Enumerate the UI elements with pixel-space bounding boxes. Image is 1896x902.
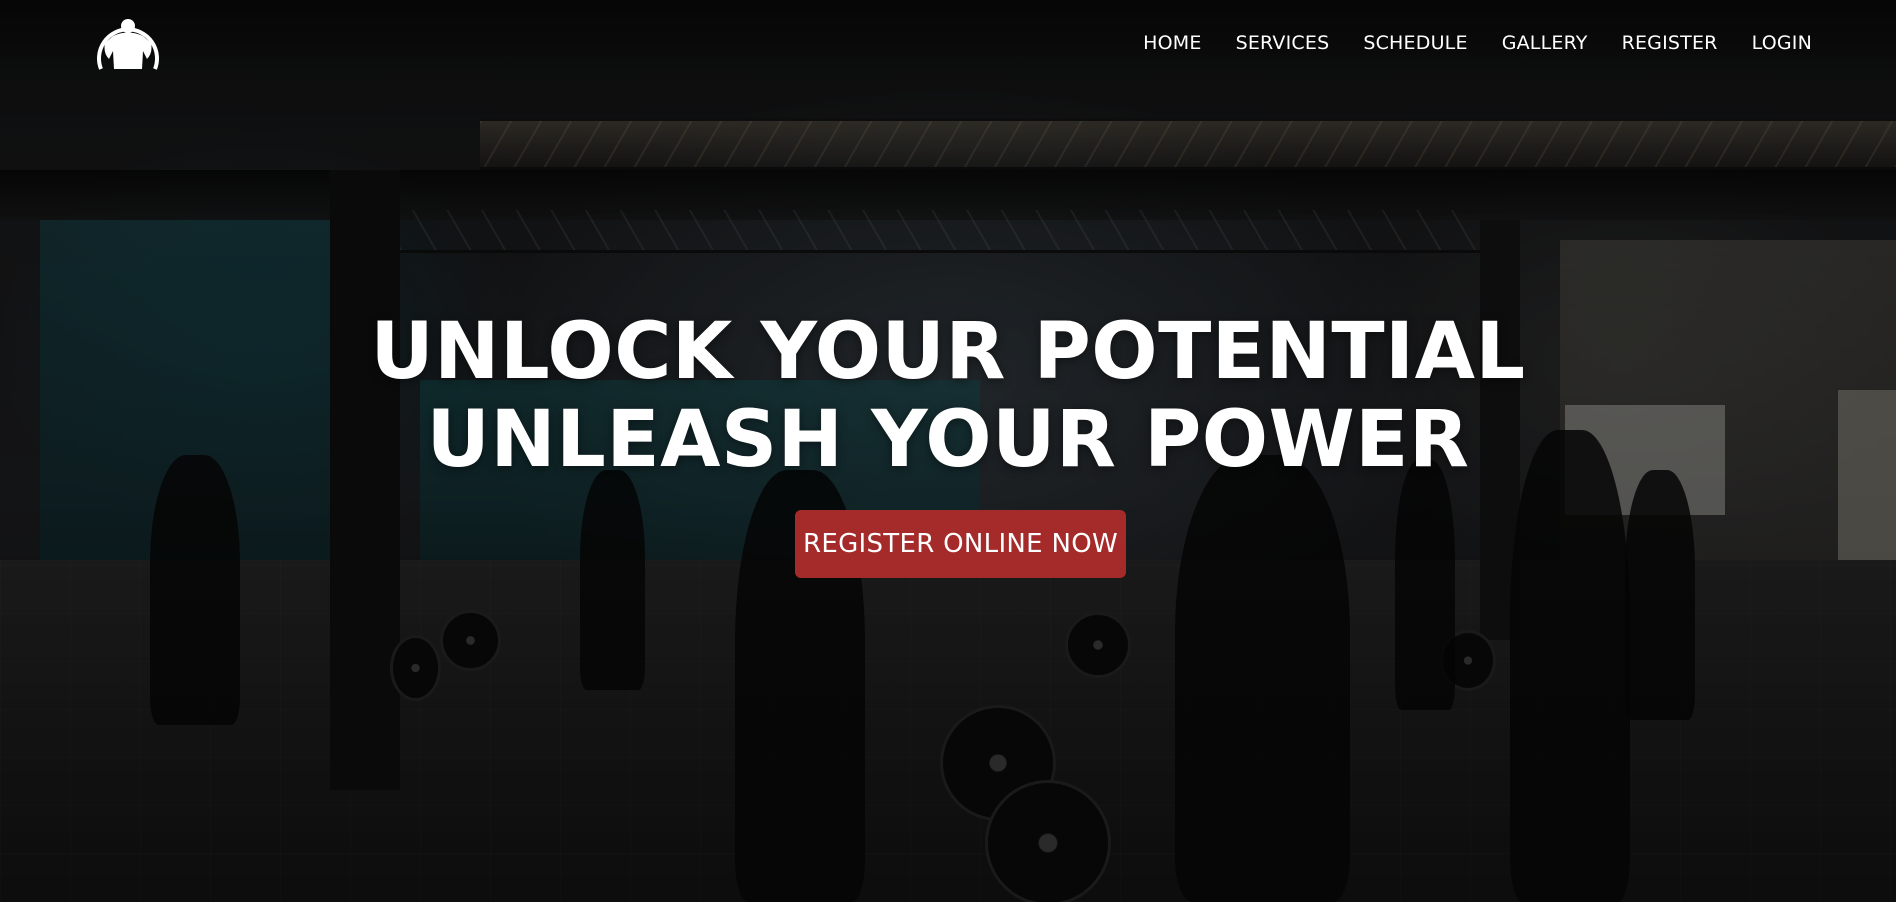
- nav-gallery[interactable]: GALLERY: [1502, 30, 1588, 56]
- nav-schedule[interactable]: SCHEDULE: [1363, 30, 1467, 56]
- nav-home[interactable]: HOME: [1143, 30, 1201, 56]
- register-online-button[interactable]: REGISTER ONLINE NOW: [795, 510, 1126, 578]
- nav-login[interactable]: LOGIN: [1752, 30, 1812, 56]
- nav-services[interactable]: SERVICES: [1236, 30, 1330, 56]
- main-nav: HOME SERVICES SCHEDULE GALLERY REGISTER …: [1143, 30, 1812, 56]
- nav-register[interactable]: REGISTER: [1622, 30, 1718, 56]
- navbar: HOME SERVICES SCHEDULE GALLERY REGISTER …: [0, 0, 1896, 86]
- hero-headline: UNLOCK YOUR POTENTIAL UNLEASH YOUR POWER: [0, 308, 1896, 484]
- headline-line-2: UNLEASH YOUR POWER: [426, 395, 1470, 485]
- headline-line-1: UNLOCK YOUR POTENTIAL: [370, 307, 1526, 397]
- hero-section: HOME SERVICES SCHEDULE GALLERY REGISTER …: [0, 0, 1896, 902]
- bodybuilder-logo-icon[interactable]: [93, 11, 163, 73]
